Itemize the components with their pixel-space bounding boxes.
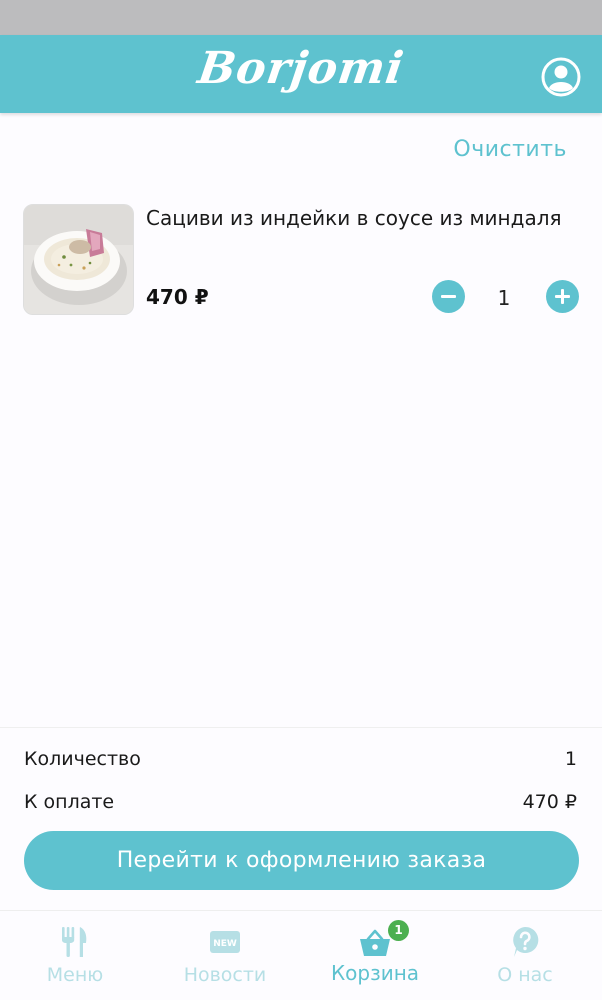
decrease-quantity-button[interactable]: [432, 280, 465, 313]
status-bar: [0, 0, 602, 35]
user-icon: [541, 57, 581, 97]
order-summary: Количество 1 К оплате 470 ₽ Перейти к оф…: [0, 727, 602, 910]
cart-item: Сациви из индейки в соусе из миндаля 470…: [23, 204, 583, 318]
nav-label-news: Новости: [183, 964, 267, 986]
clear-cart-link[interactable]: Очистить: [453, 137, 567, 162]
nav-label-cart: Корзина: [330, 961, 420, 985]
product-image[interactable]: [23, 204, 134, 315]
basket-icon: [360, 929, 390, 956]
nav-item-menu[interactable]: Меню: [0, 911, 150, 1000]
profile-button[interactable]: [540, 56, 582, 98]
checkout-button[interactable]: Перейти к оформлению заказа: [24, 831, 579, 890]
new-badge-icon: NEW: [210, 931, 240, 953]
quantity-total: 1: [564, 748, 577, 770]
svg-text:NEW: NEW: [213, 939, 237, 949]
quantity-value: 1: [497, 286, 511, 310]
brand-logo: Borjomi: [194, 43, 408, 94]
quantity-label: Количество: [24, 748, 141, 770]
question-icon: [513, 926, 539, 957]
app-header: Borjomi: [0, 35, 602, 113]
increase-quantity-button[interactable]: [546, 280, 579, 313]
nav-item-news[interactable]: NEW Новости: [150, 911, 300, 1000]
nav-label-about: О нас: [497, 964, 553, 986]
bottom-navigation: Меню NEW Новости 1 Корзина О нас: [0, 910, 602, 1000]
fork-knife-icon: [62, 927, 87, 957]
total-label: К оплате: [24, 791, 115, 813]
nav-label-menu: Меню: [46, 964, 104, 986]
product-price: 470 ₽: [146, 285, 209, 309]
cart-count-badge: 1: [388, 920, 409, 941]
nav-item-cart[interactable]: 1 Корзина: [300, 911, 450, 1000]
product-title: Сациви из индейки в соусе из миндаля: [146, 206, 562, 230]
total-amount: 470 ₽: [522, 791, 577, 813]
nav-item-about[interactable]: О нас: [450, 911, 600, 1000]
